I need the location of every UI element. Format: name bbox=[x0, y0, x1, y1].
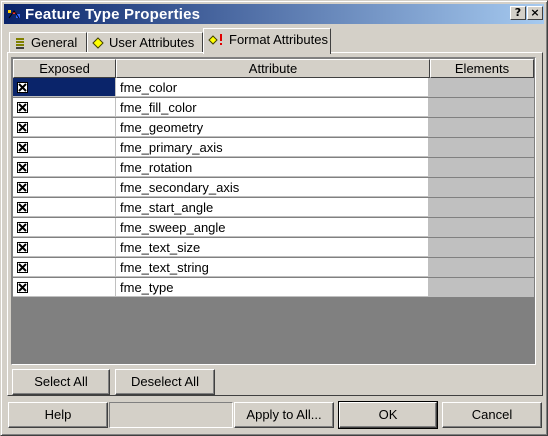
elements-cell bbox=[429, 178, 534, 197]
exposed-cell[interactable] bbox=[13, 178, 116, 197]
table-row[interactable]: fme_fill_color bbox=[13, 98, 536, 118]
tab-user-attributes-label: User Attributes bbox=[109, 35, 195, 50]
tab-user-attributes[interactable]: User Attributes bbox=[87, 32, 203, 52]
attribute-cell[interactable]: fme_geometry bbox=[116, 118, 429, 137]
table-row[interactable]: fme_secondary_axis bbox=[13, 178, 536, 198]
tab-format-attributes[interactable]: Format Attributes bbox=[203, 28, 331, 54]
attribute-cell[interactable]: fme_text_string bbox=[116, 258, 429, 277]
exposed-cell[interactable] bbox=[13, 218, 116, 237]
exposed-cell[interactable] bbox=[13, 278, 116, 297]
tab-strip: General User Attributes Format Attribute… bbox=[7, 27, 543, 54]
exposed-checkbox[interactable] bbox=[17, 222, 28, 233]
attribute-cell[interactable]: fme_type bbox=[116, 278, 429, 297]
table-row[interactable]: fme_color bbox=[13, 78, 536, 98]
elements-cell bbox=[429, 258, 534, 277]
table-row[interactable]: fme_text_string bbox=[13, 258, 536, 278]
exposed-checkbox[interactable] bbox=[17, 182, 28, 193]
elements-cell bbox=[429, 158, 534, 177]
select-all-button[interactable]: Select All bbox=[12, 369, 110, 395]
attribute-cell[interactable]: fme_primary_axis bbox=[116, 138, 429, 157]
elements-cell bbox=[429, 78, 534, 97]
ok-button[interactable]: OK bbox=[338, 401, 438, 429]
dialog-window: Feature Type Properties ? × General User… bbox=[0, 0, 548, 436]
exposed-cell[interactable] bbox=[13, 198, 116, 217]
attribute-cell[interactable]: fme_rotation bbox=[116, 158, 429, 177]
elements-cell bbox=[429, 278, 534, 297]
attribute-cell[interactable]: fme_fill_color bbox=[116, 98, 429, 117]
column-header-exposed[interactable]: Exposed bbox=[13, 59, 116, 78]
list-icon bbox=[14, 37, 26, 49]
diamond-alert-icon bbox=[208, 33, 224, 46]
exposed-checkbox[interactable] bbox=[17, 142, 28, 153]
table-row[interactable]: fme_sweep_angle bbox=[13, 218, 536, 238]
table-viewport: Exposed Attribute Elements fme_color fme_… bbox=[13, 59, 534, 363]
exposed-checkbox[interactable] bbox=[17, 82, 28, 93]
exposed-cell[interactable] bbox=[13, 78, 116, 97]
attribute-cell[interactable]: fme_secondary_axis bbox=[116, 178, 429, 197]
exposed-cell[interactable] bbox=[13, 118, 116, 137]
elements-cell bbox=[429, 118, 534, 137]
footer-spacer bbox=[109, 402, 233, 428]
tab-general[interactable]: General bbox=[9, 32, 87, 52]
exposed-cell[interactable] bbox=[13, 138, 116, 157]
elements-cell bbox=[429, 98, 534, 117]
exposed-checkbox[interactable] bbox=[17, 202, 28, 213]
exposed-cell[interactable] bbox=[13, 98, 116, 117]
help-title-button[interactable]: ? bbox=[510, 6, 526, 20]
exposed-checkbox[interactable] bbox=[17, 102, 28, 113]
app-icon bbox=[7, 7, 21, 21]
column-header-attribute[interactable]: Attribute bbox=[116, 59, 430, 78]
window-title: Feature Type Properties bbox=[25, 5, 201, 23]
column-header-elements[interactable]: Elements bbox=[430, 59, 534, 78]
elements-cell bbox=[429, 238, 534, 257]
table-row[interactable]: fme_rotation bbox=[13, 158, 536, 178]
table-row[interactable]: fme_geometry bbox=[13, 118, 536, 138]
tab-format-attributes-label: Format Attributes bbox=[229, 32, 328, 47]
attributes-table: Exposed Attribute Elements fme_color fme_… bbox=[11, 57, 536, 365]
title-bar[interactable]: Feature Type Properties ? × bbox=[4, 4, 544, 24]
elements-cell bbox=[429, 138, 534, 157]
attribute-cell[interactable]: fme_color bbox=[116, 78, 429, 97]
attribute-cell[interactable]: fme_sweep_angle bbox=[116, 218, 429, 237]
elements-cell bbox=[429, 198, 534, 217]
exposed-checkbox[interactable] bbox=[17, 262, 28, 273]
elements-cell bbox=[429, 218, 534, 237]
attribute-cell[interactable]: fme_text_size bbox=[116, 238, 429, 257]
exposed-cell[interactable] bbox=[13, 158, 116, 177]
exposed-cell[interactable] bbox=[13, 258, 116, 277]
table-row[interactable]: fme_type bbox=[13, 278, 536, 298]
cancel-button[interactable]: Cancel bbox=[442, 402, 542, 428]
help-button[interactable]: Help bbox=[8, 402, 108, 428]
deselect-all-button[interactable]: Deselect All bbox=[115, 369, 215, 395]
exposed-checkbox[interactable] bbox=[17, 282, 28, 293]
table-row[interactable]: fme_primary_axis bbox=[13, 138, 536, 158]
tab-general-label: General bbox=[31, 35, 78, 50]
close-title-button[interactable]: × bbox=[527, 6, 543, 20]
attribute-cell[interactable]: fme_start_angle bbox=[116, 198, 429, 217]
table-row[interactable]: fme_start_angle bbox=[13, 198, 536, 218]
exposed-cell[interactable] bbox=[13, 238, 116, 257]
exposed-checkbox[interactable] bbox=[17, 242, 28, 253]
diamond-icon bbox=[92, 36, 104, 49]
table-row[interactable]: fme_text_size bbox=[13, 238, 536, 258]
apply-to-all-button[interactable]: Apply to All... bbox=[234, 402, 334, 428]
exposed-checkbox[interactable] bbox=[17, 122, 28, 133]
exposed-checkbox[interactable] bbox=[17, 162, 28, 173]
